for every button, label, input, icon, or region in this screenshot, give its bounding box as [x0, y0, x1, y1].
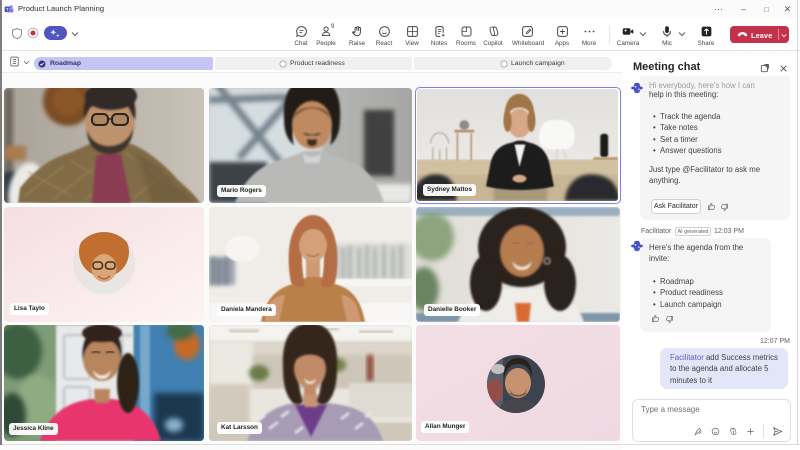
svg-text:T: T [6, 7, 9, 12]
